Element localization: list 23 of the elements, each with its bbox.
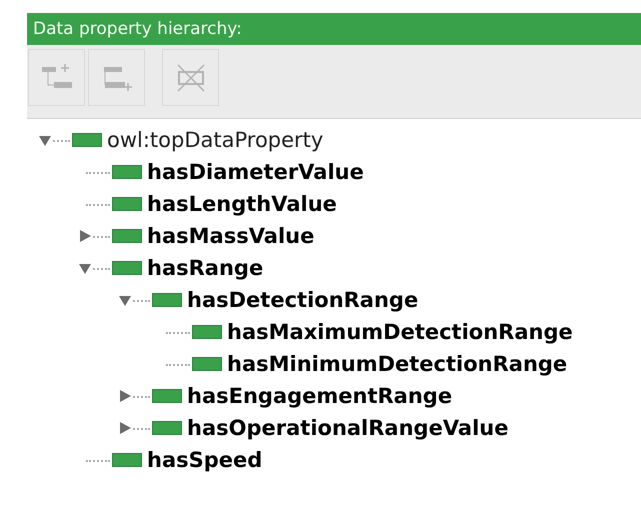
property-icon (152, 389, 182, 403)
panel-title: Data property hierarchy: (33, 19, 242, 39)
property-icon (152, 421, 182, 435)
property-icon (112, 165, 142, 179)
property-icon (112, 261, 142, 275)
tree-item[interactable]: hasLengthValue (147, 192, 337, 216)
tree-item[interactable]: hasMaximumDetectionRange (227, 320, 573, 344)
tree-item[interactable]: hasOperationalRangeValue (187, 416, 508, 440)
property-icon (192, 325, 222, 339)
tree-item[interactable]: hasDetectionRange (187, 288, 418, 312)
tree-item[interactable]: hasEngagementRange (187, 384, 452, 408)
property-icon (192, 357, 222, 371)
property-icon (112, 229, 142, 243)
tree-item[interactable]: hasSpeed (147, 448, 262, 472)
tree-item[interactable]: hasRange (147, 256, 264, 280)
tree-item[interactable]: hasMassValue (147, 224, 314, 248)
property-icon (72, 133, 102, 147)
property-icon (112, 197, 142, 211)
tree-item[interactable]: owl:topDataProperty (107, 128, 324, 152)
tree-item[interactable]: hasMinimumDetectionRange (227, 352, 568, 376)
tree-item[interactable]: hasDiameterValue (147, 160, 364, 184)
property-icon (112, 453, 142, 467)
property-icon (152, 293, 182, 307)
